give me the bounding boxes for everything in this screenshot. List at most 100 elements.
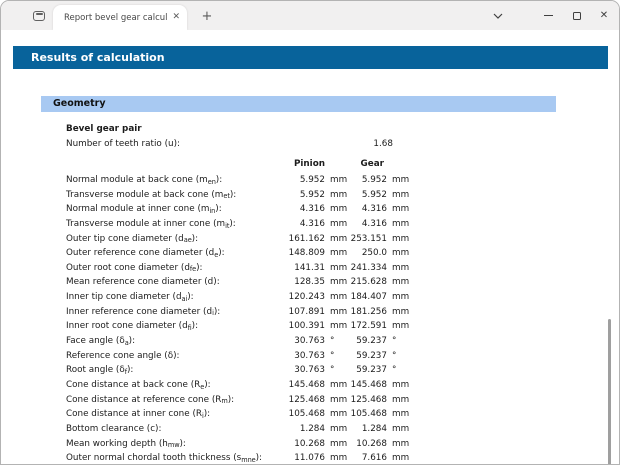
gear-value: 215.628 — [347, 275, 387, 290]
table-row: Normal module at back cone (men): 5.952 … — [66, 173, 407, 188]
new-tab-button[interactable]: + — [198, 8, 216, 26]
tab-list-icon — [33, 11, 45, 21]
row-label: Outer reference cone diameter (de): — [66, 246, 281, 261]
row-label: Outer root cone diameter (dfe): — [66, 261, 281, 276]
table-row: Reference cone angle (δ): 30.763 ° 59.23… — [66, 349, 407, 364]
table-row: Outer tip cone diameter (dae): 161.162 m… — [66, 232, 407, 247]
row-label: Root angle (δf): — [66, 363, 281, 378]
pinion-unit: mm — [325, 217, 347, 232]
pinion-unit: mm — [325, 188, 347, 203]
gear-unit: mm — [387, 422, 407, 437]
row-label: Transverse module at inner cone (mit): — [66, 217, 281, 232]
minimize-button[interactable] — [538, 1, 558, 30]
column-header-gear: Gear — [347, 157, 387, 172]
gear-value: 10.268 — [347, 437, 387, 452]
gear-value: 59.237 — [347, 363, 387, 378]
pinion-value: 105.468 — [281, 407, 325, 422]
teeth-ratio-value: 1.68 — [281, 139, 407, 149]
gear-value: 4.316 — [347, 217, 387, 232]
maximize-button[interactable] — [567, 1, 587, 30]
tab-close-icon[interactable]: ✕ — [172, 13, 180, 22]
pinion-unit: mm — [325, 290, 347, 305]
pinion-value: 30.763 — [281, 334, 325, 349]
pinion-value: 30.763 — [281, 363, 325, 378]
window-close-button[interactable]: ✕ — [594, 1, 614, 30]
pinion-value: 120.243 — [281, 290, 325, 305]
row-label: Normal module at back cone (men): — [66, 173, 281, 188]
pinion-unit: mm — [325, 437, 347, 452]
gear-unit: mm — [387, 305, 407, 320]
tab-strip: Report bevel gear calculation ISO 23 ✕ +… — [1, 1, 619, 30]
pinion-unit: ° — [325, 349, 347, 364]
pinion-unit: mm — [325, 319, 347, 334]
row-label: Reference cone angle (δ): — [66, 349, 281, 364]
pinion-value: 4.316 — [281, 217, 325, 232]
gear-unit: mm — [387, 407, 407, 422]
pinion-unit: ° — [325, 363, 347, 378]
pinion-value: 5.952 — [281, 173, 325, 188]
maximize-icon — [573, 12, 581, 20]
table-row: Root angle (δf): 30.763 ° 59.237 ° — [66, 363, 407, 378]
pinion-value: 107.891 — [281, 305, 325, 320]
table-row: Normal module at inner cone (min): 4.316… — [66, 202, 407, 217]
gear-unit: mm — [387, 290, 407, 305]
tab-list-button[interactable] — [29, 7, 49, 24]
pinion-value: 100.391 — [281, 319, 325, 334]
row-label: Bottom clearance (c): — [66, 422, 281, 437]
gear-unit: mm — [387, 261, 407, 276]
pinion-value: 125.468 — [281, 393, 325, 408]
pinion-unit: mm — [325, 451, 347, 465]
active-tab[interactable]: Report bevel gear calculation ISO 23 ✕ — [53, 5, 187, 30]
section-header-geometry: Geometry — [41, 96, 556, 112]
pinion-value: 141.31 — [281, 261, 325, 276]
pinion-unit: mm — [325, 261, 347, 276]
window-menu-button[interactable] — [487, 1, 509, 30]
vertical-scrollbar-thumb[interactable] — [608, 319, 611, 465]
pinion-unit: mm — [325, 202, 347, 217]
column-header-pinion: Pinion — [281, 157, 325, 172]
row-label: Inner reference cone diameter (di): — [66, 305, 281, 320]
gear-unit: ° — [387, 349, 407, 364]
pinion-unit: mm — [325, 422, 347, 437]
tab-title: Report bevel gear calculation ISO 23 — [64, 13, 168, 23]
row-label: Cone distance at back cone (Re): — [66, 378, 281, 393]
pinion-unit: mm — [325, 232, 347, 247]
gear-unit: mm — [387, 275, 407, 290]
table-row: Inner root cone diameter (dfi): 100.391 … — [66, 319, 407, 334]
gear-unit: ° — [387, 334, 407, 349]
pinion-unit: mm — [325, 305, 347, 320]
gear-value: 241.334 — [347, 261, 387, 276]
teeth-ratio-label: Number of teeth ratio (u): — [66, 139, 281, 149]
window-close-icon: ✕ — [600, 10, 608, 21]
gear-unit: mm — [387, 319, 407, 334]
table-row: Outer reference cone diameter (de): 148.… — [66, 246, 407, 261]
gear-value: 184.407 — [347, 290, 387, 305]
pinion-unit: mm — [325, 393, 347, 408]
pinion-unit: mm — [325, 378, 347, 393]
gear-value: 145.468 — [347, 378, 387, 393]
chevron-down-icon — [493, 13, 503, 19]
gear-unit: mm — [387, 173, 407, 188]
gear-value: 5.952 — [347, 188, 387, 203]
gear-value: 7.616 — [347, 451, 387, 465]
pinion-value: 30.763 — [281, 349, 325, 364]
gear-value: 59.237 — [347, 349, 387, 364]
gear-unit: mm — [387, 217, 407, 232]
gear-value: 125.468 — [347, 393, 387, 408]
gear-value: 181.256 — [347, 305, 387, 320]
pinion-value: 4.316 — [281, 202, 325, 217]
table-row: Bottom clearance (c): 1.284 mm 1.284 mm — [66, 422, 407, 437]
teeth-ratio-row: Number of teeth ratio (u): 1.68 — [66, 139, 407, 149]
pinion-value: 5.952 — [281, 188, 325, 203]
table-column-headers: Pinion Gear — [66, 157, 407, 172]
page-title: Results of calculation — [13, 46, 608, 69]
gear-unit: mm — [387, 378, 407, 393]
table-row: Cone distance at inner cone (Ri): 105.46… — [66, 407, 407, 422]
gear-value: 1.284 — [347, 422, 387, 437]
row-label: Mean reference cone diameter (d): — [66, 275, 281, 290]
gear-unit: mm — [387, 451, 407, 465]
pinion-value: 128.35 — [281, 275, 325, 290]
table-row: Cone distance at reference cone (Rm): 12… — [66, 393, 407, 408]
table-row: Transverse module at inner cone (mit): 4… — [66, 217, 407, 232]
gear-unit: mm — [387, 437, 407, 452]
